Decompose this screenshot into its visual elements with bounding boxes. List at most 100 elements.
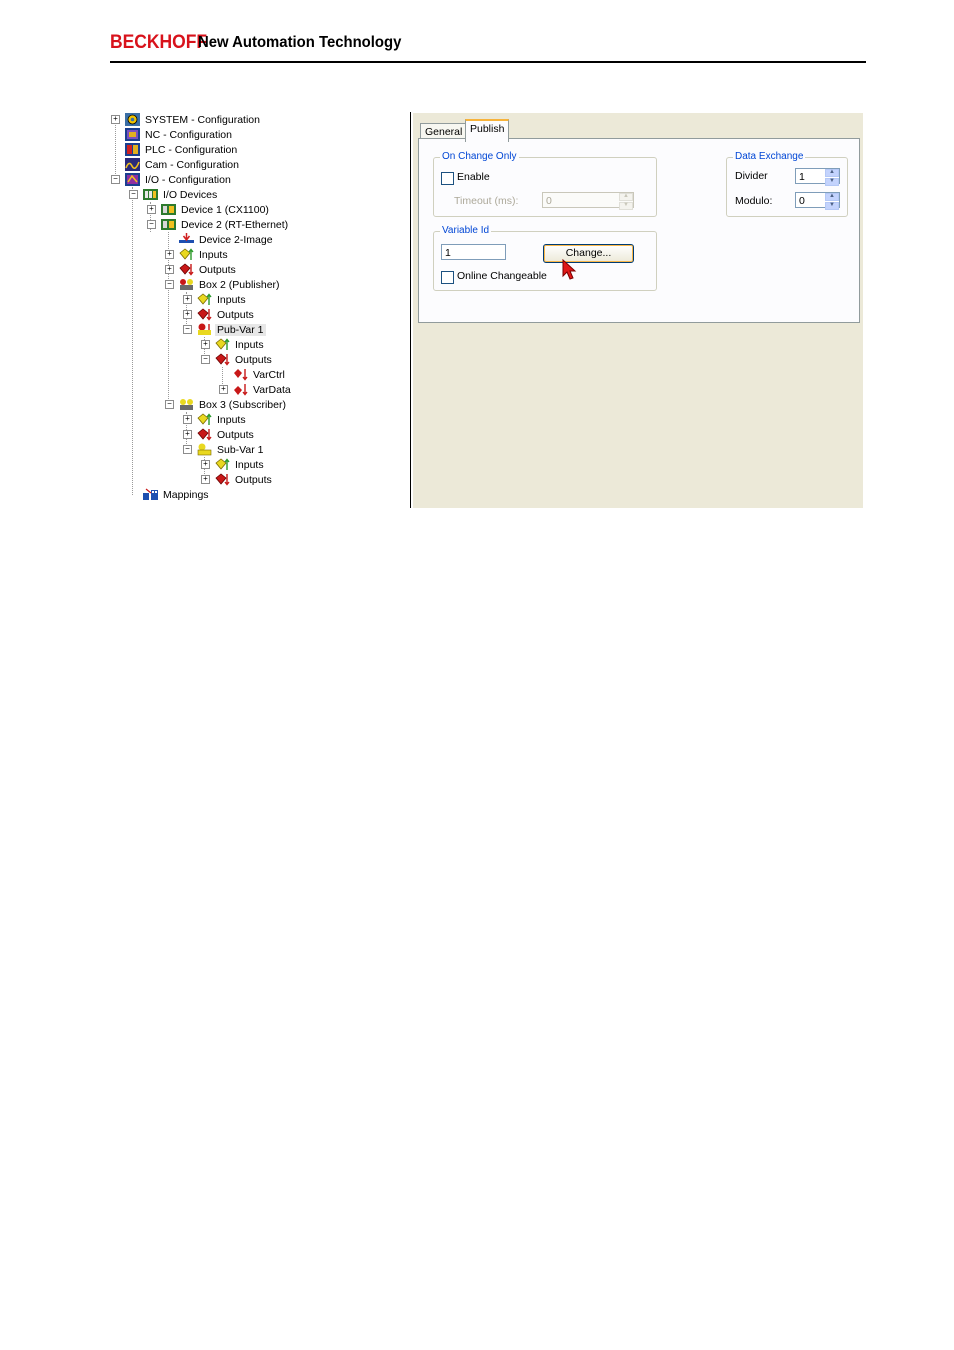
tree-item-box-3[interactable]: − Box 3 (Subscriber) (164, 397, 288, 412)
online-changeable-label: Online Changeable (457, 270, 547, 282)
variable-id-input[interactable]: 1 (441, 244, 506, 260)
var-output-icon (233, 383, 248, 396)
spin-up-icon[interactable]: ▲ (825, 193, 839, 201)
collapse-toggle-icon[interactable]: − (129, 190, 138, 199)
tree-item-io-devices[interactable]: − I/O Devices (128, 187, 219, 202)
tree-item-device-2-image[interactable]: Device 2-Image (164, 232, 275, 247)
tree-item-device-2[interactable]: − Device 2 (RT-Ethernet) (146, 217, 290, 232)
expand-toggle-icon[interactable]: + (183, 430, 192, 439)
tree-item-vardata[interactable]: + VarData (218, 382, 293, 397)
expand-toggle-icon[interactable]: + (147, 205, 156, 214)
collapse-toggle-icon[interactable]: − (165, 400, 174, 409)
expand-toggle-icon[interactable]: + (165, 265, 174, 274)
modulo-spinner[interactable]: ▲ ▼ (825, 193, 839, 210)
tree-item-label: Inputs (217, 293, 246, 306)
tree-item-label: VarData (253, 383, 291, 396)
header-rule (110, 61, 866, 63)
tree-item-pub-var-1[interactable]: − Pub-Var 1 (182, 322, 266, 337)
tree-item-label: I/O Devices (163, 188, 218, 201)
inputs-icon (215, 338, 230, 351)
tree-item-outputs[interactable]: + Outputs (182, 427, 256, 442)
collapse-toggle-icon[interactable]: − (147, 220, 156, 229)
tree-item-inputs[interactable]: + Inputs (200, 457, 266, 472)
spin-up-icon[interactable]: ▲ (825, 169, 839, 177)
outputs-icon (215, 473, 230, 486)
tree-item-system[interactable]: + SYSTEM - Configuration (110, 112, 262, 127)
tree-item-label: Cam - Configuration (145, 158, 239, 171)
divider-label: Divider (735, 170, 768, 182)
tree-item-label: Outputs (217, 308, 254, 321)
timeout-input[interactable]: 0 ▲ ▼ (542, 192, 634, 210)
tree-item-mappings[interactable]: Mappings (128, 487, 211, 502)
tree-item-label: Box 2 (Publisher) (199, 278, 280, 291)
panel-splitter[interactable] (410, 112, 411, 508)
tree-item-inputs[interactable]: + Inputs (182, 412, 248, 427)
tree-item-label: Device 2-Image (199, 233, 273, 246)
tree-item-label: PLC - Configuration (145, 143, 238, 156)
tree-item-label: VarCtrl (253, 368, 285, 381)
expand-toggle-icon[interactable]: + (201, 475, 210, 484)
tree-item-outputs[interactable]: − Outputs (200, 352, 274, 367)
inputs-icon (197, 293, 212, 306)
tab-publish[interactable]: Publish (465, 119, 510, 142)
tree-item-label: Mappings (163, 488, 209, 501)
cam-config-icon (125, 158, 140, 171)
tree-item-inputs[interactable]: + Inputs (200, 337, 266, 352)
tree-item-label: Inputs (235, 458, 264, 471)
expand-toggle-icon[interactable]: + (165, 250, 174, 259)
expand-toggle-icon[interactable]: + (201, 460, 210, 469)
group-title: Data Exchange (733, 151, 806, 162)
tree-item-varctrl[interactable]: VarCtrl (218, 367, 287, 382)
tree-item-label: Outputs (217, 428, 254, 441)
tree-item-box-2[interactable]: − Box 2 (Publisher) (164, 277, 282, 292)
enable-checkbox[interactable] (441, 172, 454, 185)
divider-value: 1 (799, 171, 805, 183)
spin-down-icon[interactable]: ▼ (825, 178, 839, 186)
expand-toggle-icon[interactable]: + (201, 340, 210, 349)
tree-item-device-1[interactable]: + Device 1 (CX1100) (146, 202, 271, 217)
tree-item-inputs[interactable]: + Inputs (164, 247, 230, 262)
tree-item-outputs[interactable]: + Outputs (200, 472, 274, 487)
expand-toggle-icon[interactable]: + (183, 295, 192, 304)
inputs-icon (215, 458, 230, 471)
divider-input[interactable]: 1 ▲ ▼ (795, 168, 840, 186)
tree-item-label: Inputs (235, 338, 264, 351)
spin-down-icon[interactable]: ▼ (619, 202, 633, 210)
tree-item-outputs[interactable]: + Outputs (164, 262, 238, 277)
group-title: On Change Only (440, 151, 519, 162)
collapse-toggle-icon[interactable]: − (165, 280, 174, 289)
tree-item-plc[interactable]: PLC - Configuration (110, 142, 239, 157)
collapse-toggle-icon[interactable]: − (183, 325, 192, 334)
configuration-tree[interactable]: + SYSTEM - Configuration NC - Configurat… (110, 112, 410, 508)
tree-item-outputs[interactable]: + Outputs (182, 307, 256, 322)
collapse-toggle-icon[interactable]: − (111, 175, 120, 184)
expand-toggle-icon[interactable]: + (183, 415, 192, 424)
device-icon (161, 203, 176, 216)
expand-toggle-icon[interactable]: + (111, 115, 120, 124)
expand-toggle-icon[interactable]: + (183, 310, 192, 319)
divider-spinner[interactable]: ▲ ▼ (825, 169, 839, 186)
publish-tab-content: On Change Only Enable Timeout (ms): 0 ▲ ▼… (418, 138, 860, 323)
tree-item-label: Device 2 (RT-Ethernet) (181, 218, 289, 231)
box-icon (179, 278, 194, 291)
spin-down-icon[interactable]: ▼ (825, 202, 839, 210)
tree-item-inputs[interactable]: + Inputs (182, 292, 248, 307)
mouse-cursor-icon (562, 259, 577, 280)
tree-item-sub-var-1[interactable]: − Sub-Var 1 (182, 442, 266, 457)
timeout-spinner[interactable]: ▲ ▼ (619, 193, 633, 210)
tree-item-label: Box 3 (Subscriber) (199, 398, 286, 411)
tree-line (132, 187, 133, 495)
spin-up-icon[interactable]: ▲ (619, 193, 633, 201)
change-button[interactable]: Change... (543, 244, 634, 263)
modulo-input[interactable]: 0 ▲ ▼ (795, 192, 840, 210)
expand-toggle-icon[interactable]: + (219, 385, 228, 394)
tree-item-nc[interactable]: NC - Configuration (110, 127, 234, 142)
collapse-toggle-icon[interactable]: − (201, 355, 210, 364)
tree-item-io-config[interactable]: − I/O - Configuration (110, 172, 233, 187)
plc-config-icon (125, 143, 140, 156)
tree-item-label: Outputs (199, 263, 236, 276)
tree-item-cam[interactable]: Cam - Configuration (110, 157, 241, 172)
collapse-toggle-icon[interactable]: − (183, 445, 192, 454)
var-output-icon (233, 368, 248, 381)
online-changeable-checkbox[interactable] (441, 271, 454, 284)
